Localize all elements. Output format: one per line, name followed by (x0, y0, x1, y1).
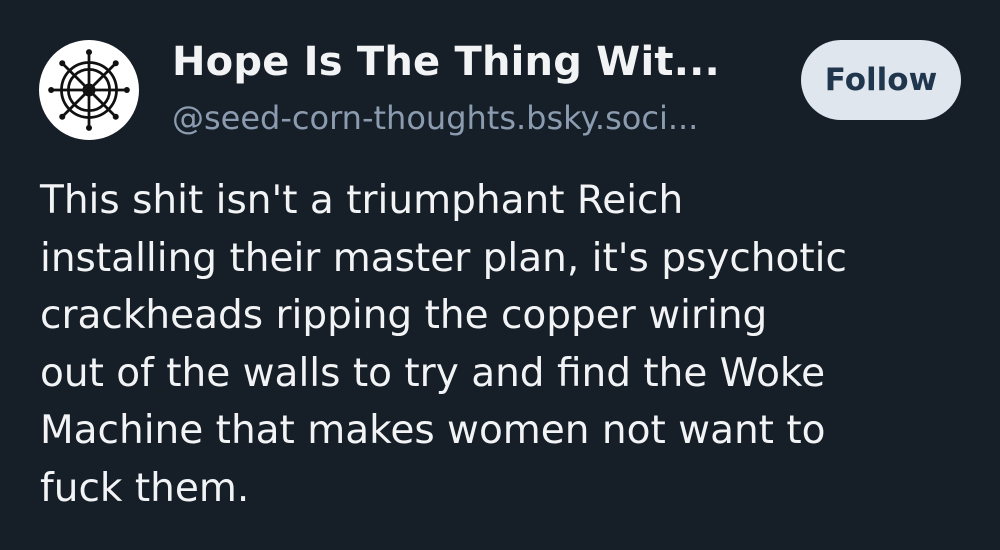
ship-wheel-icon (48, 49, 130, 131)
author-display-name[interactable]: Hope Is The Thing Wit... (172, 38, 720, 86)
post-card: Hope Is The Thing Wit... @seed-corn-thou… (0, 0, 1000, 550)
author-avatar[interactable] (39, 40, 139, 140)
post-text: This shit isn't a triumphant Reich insta… (40, 178, 847, 511)
author-handle[interactable]: @seed-corn-thoughts.bsky.soci... (172, 99, 698, 137)
follow-button[interactable]: Follow (801, 40, 961, 120)
